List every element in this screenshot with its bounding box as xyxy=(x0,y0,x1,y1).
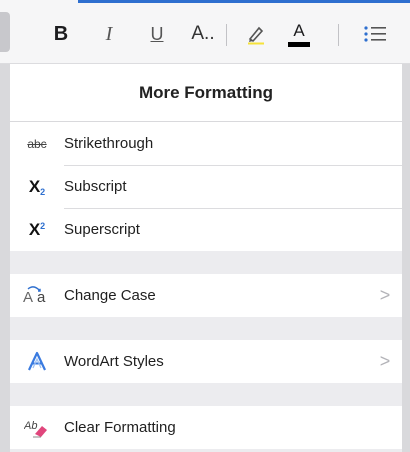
superscript-option[interactable]: X2 Superscript xyxy=(10,208,402,251)
subscript-label: Subscript xyxy=(64,178,127,195)
change-case-option[interactable]: A a Change Case > xyxy=(10,274,402,317)
bullet-list-icon xyxy=(364,26,386,42)
panel-title: More Formatting xyxy=(10,64,402,122)
change-case-label: Change Case xyxy=(64,287,156,304)
bold-button[interactable]: B xyxy=(50,20,72,48)
subscript-option[interactable]: X2 Subscript xyxy=(10,165,402,208)
font-color-swatch xyxy=(288,42,310,47)
strikethrough-icon: abc xyxy=(27,136,47,151)
subscript-icon: X2 xyxy=(28,176,46,197)
svg-text:A: A xyxy=(23,289,33,306)
superscript-icon: X2 xyxy=(28,219,46,239)
group-spacer xyxy=(10,317,402,340)
clear-formatting-option[interactable]: Ab Clear Formatting xyxy=(10,406,402,449)
italic-button[interactable]: I xyxy=(98,20,120,48)
underline-button[interactable]: U xyxy=(146,20,168,48)
group-spacer xyxy=(10,251,402,274)
formatting-toolbar: B I U A.. A xyxy=(0,0,410,64)
change-case-group: A a Change Case > xyxy=(10,274,402,317)
more-formatting-panel: More Formatting abc Strikethrough X2 Sub… xyxy=(10,64,402,452)
font-color-button[interactable]: A xyxy=(286,20,312,48)
toolbar-divider xyxy=(338,24,339,46)
chevron-right-icon: > xyxy=(379,285,391,305)
superscript-label: Superscript xyxy=(64,221,140,238)
strikethrough-option[interactable]: abc Strikethrough xyxy=(10,122,402,165)
group-spacer xyxy=(10,383,402,406)
strikethrough-label: Strikethrough xyxy=(64,135,154,152)
clear-formatting-group: Ab Clear Formatting xyxy=(10,406,402,449)
wordart-group: WordArt Styles > xyxy=(10,340,402,383)
wordart-styles-label: WordArt Styles xyxy=(64,353,164,370)
wordart-icon xyxy=(10,351,64,373)
font-color-label: A xyxy=(293,21,305,40)
clear-formatting-icon: Ab xyxy=(10,417,64,439)
more-formatting-button[interactable]: A.. xyxy=(186,20,220,48)
text-effects-group: abc Strikethrough X2 Subscript X2 Supers… xyxy=(10,122,402,251)
clear-formatting-label: Clear Formatting xyxy=(64,419,176,436)
toolbar-accent-line xyxy=(78,0,410,3)
toolbar-divider xyxy=(226,24,227,46)
bullet-list-button[interactable] xyxy=(362,20,388,48)
highlighter-icon xyxy=(248,26,264,45)
change-case-icon: A a xyxy=(10,285,64,307)
toolbar-scroll-edge xyxy=(0,12,10,52)
highlight-button[interactable] xyxy=(244,20,268,48)
wordart-styles-option[interactable]: WordArt Styles > xyxy=(10,340,402,383)
svg-text:Ab: Ab xyxy=(24,420,37,432)
chevron-right-icon: > xyxy=(379,351,391,371)
